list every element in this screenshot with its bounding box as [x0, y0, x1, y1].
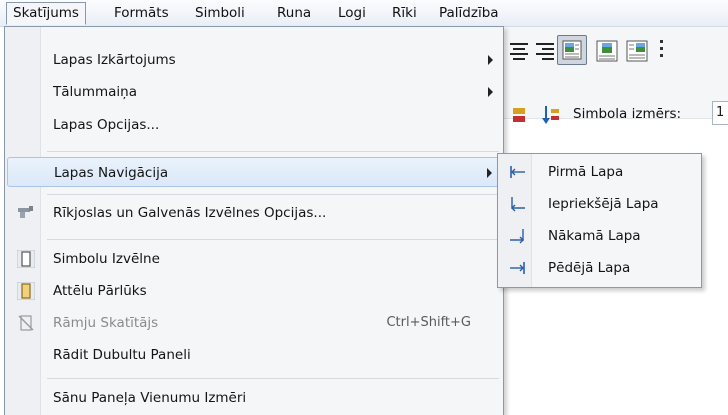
last-page-icon	[510, 262, 525, 274]
menu-separator	[47, 151, 499, 152]
first-page-icon	[510, 166, 525, 178]
menu-item-label: Simbolu Izvēlne	[53, 251, 160, 267]
image-left-icon	[562, 40, 582, 60]
toolbar-grip	[660, 40, 663, 62]
menu-item-page-navigation[interactable]: Lapas Navigācija	[7, 157, 501, 187]
symbol-order-icon[interactable]	[508, 104, 530, 126]
submenu-item-next-page[interactable]: Nākamā Lapa	[500, 221, 699, 251]
menu-bar: Skatījums Formāts Simboli Runa Logi Rīki…	[0, 0, 728, 27]
menu-formats[interactable]: Formāts	[107, 2, 176, 25]
image-left-button[interactable]	[557, 35, 587, 65]
menu-separator	[47, 378, 499, 379]
submenu-item-last-page[interactable]: Pēdējā Lapa	[500, 253, 699, 283]
submenu-arrow-icon	[488, 87, 493, 97]
menu-item-label: Rāmju Skatītājs	[53, 315, 159, 331]
menu-item-symbol-menu[interactable]: Simbolu Izvēlne	[7, 244, 501, 274]
symbol-menu-icon	[17, 250, 35, 268]
submenu-item-label: Iepriekšējā Lapa	[548, 196, 659, 212]
align-center-icon[interactable]	[508, 40, 530, 62]
frame-viewer-icon	[18, 315, 34, 331]
submenu-item-previous-page[interactable]: Iepriekšējā Lapa	[500, 189, 699, 219]
menu-item-dual-panel[interactable]: Rādit Dubultu Paneli	[7, 340, 501, 370]
menu-item-sidebar-item-sizes[interactable]: Sānu Paneļa Vienumu Izmēri	[7, 383, 501, 413]
menu-item-frame-viewer[interactable]: Rāmju Skatītājs Ctrl+Shift+G	[7, 308, 501, 338]
image-right-icon[interactable]	[626, 40, 648, 62]
previous-page-icon	[511, 197, 525, 212]
image-center-icon[interactable]	[596, 40, 618, 62]
menu-item-zoom[interactable]: Tālummaiņa	[7, 77, 501, 107]
menu-riki[interactable]: Rīki	[385, 2, 424, 25]
menu-simboli[interactable]: Simboli	[188, 2, 252, 25]
submenu-arrow-icon	[487, 168, 492, 178]
menu-item-label: Tālummaiņa	[53, 84, 137, 100]
menu-item-page-options[interactable]: Lapas Opcijas...	[7, 110, 501, 140]
menu-item-label: Attēlu Pārlūks	[53, 283, 147, 299]
align-right-icon[interactable]	[534, 40, 556, 62]
page-navigation-submenu: Pirmā Lapa Iepriekšējā Lapa Nākamā Lapa …	[497, 153, 702, 288]
menu-runa[interactable]: Runa	[270, 2, 318, 25]
menu-item-shortcut: Ctrl+Shift+G	[386, 315, 471, 330]
menu-item-label: Lapas Navigācija	[54, 165, 169, 181]
menu-item-label: Lapas Opcijas...	[53, 117, 160, 133]
menu-separator	[47, 239, 499, 240]
menu-logi[interactable]: Logi	[331, 2, 373, 25]
menu-item-image-browser[interactable]: Attēlu Pārlūks	[7, 276, 501, 306]
submenu-arrow-icon	[488, 55, 493, 65]
symbol-size-label: Simbola izmērs:	[573, 106, 682, 122]
menu-item-label: Lapas Izkārtojums	[53, 52, 176, 68]
image-browser-icon	[17, 282, 35, 300]
menu-item-page-layout[interactable]: Lapas Izkārtojums	[7, 45, 501, 75]
sort-down-icon[interactable]	[540, 104, 562, 126]
submenu-item-label: Pirmā Lapa	[548, 164, 624, 180]
view-menu-dropdown: Lapas Izkārtojums Tālummaiņa Lapas Opcij…	[4, 26, 504, 415]
menu-palidziba[interactable]: Palīdzība	[432, 2, 506, 25]
toolbar-options-icon	[18, 206, 33, 218]
menu-item-label: Sānu Paneļa Vienumu Izmēri	[53, 390, 247, 406]
symbol-size-field[interactable]: 1	[712, 101, 728, 125]
next-page-icon	[510, 229, 524, 244]
submenu-item-label: Nākamā Lapa	[548, 228, 641, 244]
menu-separator	[47, 194, 499, 195]
menu-skatijums[interactable]: Skatījums	[6, 2, 86, 25]
submenu-item-first-page[interactable]: Pirmā Lapa	[500, 157, 699, 187]
submenu-item-label: Pēdējā Lapa	[548, 260, 631, 276]
menu-item-label: Rīkjoslas un Galvenās Izvēlnes Opcijas..…	[53, 205, 327, 221]
menu-item-toolbar-options[interactable]: Rīkjoslas un Galvenās Izvēlnes Opcijas..…	[7, 198, 501, 228]
menu-item-label: Rādit Dubultu Paneli	[53, 347, 191, 363]
